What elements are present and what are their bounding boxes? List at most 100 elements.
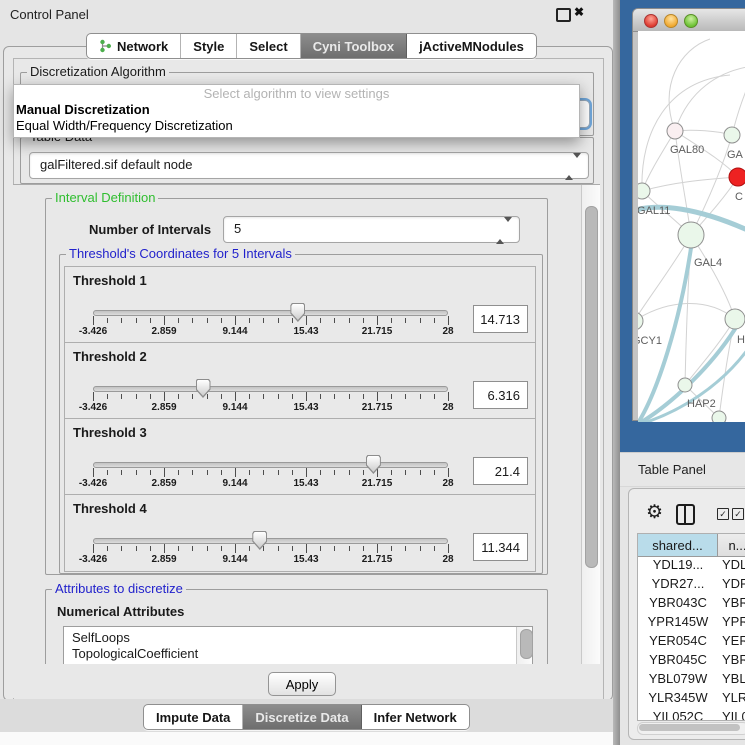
cell-shared-name: YBR043C	[638, 595, 718, 610]
threshold-slider-track[interactable]	[93, 386, 448, 392]
network-node-GAL4[interactable]	[678, 222, 704, 248]
slider-tick	[178, 470, 179, 475]
slider-tick	[136, 318, 137, 323]
close-traffic-light-icon[interactable]	[644, 14, 658, 28]
tab-network[interactable]: Network	[87, 34, 181, 58]
bottom-tab-label: Discretize Data	[255, 706, 348, 729]
network-node-GCY1[interactable]	[638, 312, 643, 330]
tab-cyni-toolbox[interactable]: Cyni Toolbox	[301, 34, 407, 58]
network-node-GA[interactable]	[724, 127, 740, 143]
checkbox-checked-icon[interactable]: ✓	[732, 508, 744, 520]
threshold-slider-thumb[interactable]	[366, 455, 381, 474]
cell-name: YLR3	[722, 690, 745, 705]
settings-scrollbar-thumb[interactable]	[585, 206, 598, 568]
table-data-combo[interactable]: galFiltered.sif default node	[29, 152, 589, 179]
network-node-node-partial[interactable]	[712, 411, 726, 422]
network-node-GAL80[interactable]	[667, 123, 683, 139]
float-window-icon[interactable]	[556, 8, 571, 22]
attribute-item-topologicalcoefficient[interactable]: TopologicalCoefficient	[64, 646, 532, 662]
algorithm-popup-placeholder: Select algorithm to view settings	[14, 86, 579, 102]
numerical-attributes-list[interactable]: SelfLoopsTopologicalCoefficientBetweenne…	[63, 626, 533, 666]
split-column-icon[interactable]	[676, 504, 695, 525]
threshold-value-field[interactable]: 21.4	[473, 457, 528, 485]
bottom-tab-discretize-data[interactable]: Discretize Data	[243, 705, 361, 729]
tab-style[interactable]: Style	[181, 34, 237, 58]
network-canvas[interactable]: GAL80GACGAL11GAL4GCY1HHAP2	[638, 31, 745, 422]
threshold-slider-thumb[interactable]	[196, 379, 211, 398]
table-horizontal-scrollbar-thumb[interactable]	[639, 724, 740, 731]
threshold-slider-thumb[interactable]	[252, 531, 267, 550]
algorithm-option-manual-discretization[interactable]: Manual Discretization	[14, 102, 579, 118]
network-edge	[669, 39, 710, 131]
threshold-slider-track[interactable]	[93, 310, 448, 316]
slider-tick	[306, 392, 307, 401]
checkbox-checked-icon[interactable]: ✓	[717, 508, 729, 520]
threshold-value-field[interactable]: 14.713	[473, 305, 528, 333]
slider-tick	[263, 546, 264, 551]
apply-button[interactable]: Apply	[268, 672, 336, 696]
table-row[interactable]: YPR145WYPR1	[638, 614, 745, 633]
slider-tick	[420, 318, 421, 323]
slider-tick	[377, 316, 378, 325]
table-row[interactable]: YBR045CYBR0	[638, 652, 745, 671]
attributes-scrollbar-thumb[interactable]	[520, 629, 533, 659]
slider-tick-label: 28	[442, 554, 453, 565]
table-row[interactable]: YBR043CYBR0	[638, 595, 745, 614]
tab-select[interactable]: Select	[237, 34, 300, 58]
slider-tick	[164, 316, 165, 325]
slider-tick	[93, 468, 94, 477]
slider-tick	[164, 468, 165, 477]
slider-tick	[363, 394, 364, 399]
cell-name: YPR1	[722, 614, 745, 629]
slider-tick	[263, 470, 264, 475]
network-node-GAL11[interactable]	[638, 183, 650, 199]
table-row[interactable]: YER054CYER0	[638, 633, 745, 652]
interval-definition-group: Interval Definition Number of Intervals …	[45, 198, 548, 575]
settings-scrollbar[interactable]	[581, 185, 600, 665]
bottom-tab-impute-data[interactable]: Impute Data	[144, 705, 243, 729]
bottom-tab-infer-network[interactable]: Infer Network	[362, 705, 469, 729]
threshold-slider-track[interactable]	[93, 538, 448, 544]
network-window-titlebar[interactable]	[633, 9, 745, 32]
network-node-HAP2[interactable]	[678, 378, 692, 392]
network-node-H[interactable]	[725, 309, 745, 329]
close-icon[interactable]: ✖	[574, 5, 584, 19]
slider-tick	[221, 318, 222, 323]
slider-tick	[192, 470, 193, 475]
slider-tick	[349, 546, 350, 551]
numerical-attributes-label: Numerical Attributes	[57, 604, 184, 619]
column-header-1[interactable]: shared...	[638, 534, 718, 557]
slider-tick-label: 21.715	[362, 478, 393, 489]
attributes-scrollbar[interactable]	[516, 627, 532, 666]
panel-divider[interactable]	[613, 0, 620, 745]
tab-jactivemnodules[interactable]: jActiveMNodules	[407, 34, 536, 58]
slider-tick	[420, 546, 421, 551]
slider-tick	[249, 394, 250, 399]
table-row[interactable]: YIL052CYIL0	[638, 709, 745, 721]
network-edge	[642, 177, 738, 191]
attribute-item-selfloops[interactable]: SelfLoops	[64, 630, 532, 646]
table-row[interactable]: YDR27...YDR2	[638, 576, 745, 595]
gear-icon[interactable]: ⚙	[646, 503, 663, 522]
table-row[interactable]: YLR345WYLR3	[638, 690, 745, 709]
threshold-value-field[interactable]: 6.316	[473, 381, 528, 409]
network-edge	[642, 75, 730, 191]
thresholds-group: Threshold's Coordinates for 5 Intervals …	[59, 254, 543, 574]
number-of-intervals-combo[interactable]: 5	[223, 216, 520, 243]
threshold-value-field[interactable]: 11.344	[473, 533, 528, 561]
threshold-slider-track[interactable]	[93, 462, 448, 468]
threshold-label: Threshold 2	[73, 349, 147, 364]
slider-tick	[207, 318, 208, 323]
slider-tick	[150, 546, 151, 551]
table-row[interactable]: YBL079WYBL0	[638, 671, 745, 690]
minimize-traffic-light-icon[interactable]	[664, 14, 678, 28]
network-node-red-node[interactable]	[729, 168, 745, 186]
slider-tick	[349, 318, 350, 323]
algorithm-option-equal-width-frequency-discretization[interactable]: Equal Width/Frequency Discretization	[14, 118, 579, 134]
slider-tick	[221, 470, 222, 475]
column-header-2[interactable]: n...	[718, 534, 745, 557]
table-horizontal-scrollbar[interactable]	[637, 722, 745, 735]
zoom-traffic-light-icon[interactable]	[684, 14, 698, 28]
cell-name: YIL0	[722, 709, 745, 721]
table-row[interactable]: YDL19...YDL1	[638, 557, 745, 576]
